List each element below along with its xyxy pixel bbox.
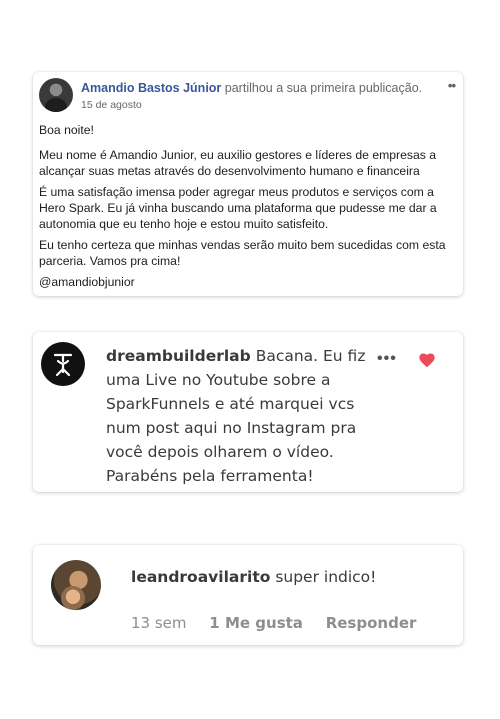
like-heart-icon[interactable] (418, 352, 436, 373)
post-header: Amandio Bastos Júnior partilhou a sua pr… (81, 81, 422, 95)
comment-time: 13 sem (131, 614, 187, 632)
comment-username[interactable]: leandroavilarito (131, 568, 270, 586)
post-body: Boa noite! Meu nome é Amandio Junior, eu… (39, 122, 455, 295)
facebook-post-card: Amandio Bastos Júnior partilhou a sua pr… (33, 72, 463, 296)
instagram-comment-card: dreambuilderlab Bacana. Eu fiz uma Live … (33, 332, 463, 492)
instagram-comment-card: leandroavilarito super indico! 13 sem 1 … (33, 545, 463, 645)
post-paragraph: Meu nome é Amandio Junior, eu auxilio ge… (39, 148, 436, 178)
comment-text-block: leandroavilarito super indico! (131, 568, 376, 586)
author-avatar[interactable] (39, 78, 73, 112)
post-date[interactable]: 15 de agosto (81, 99, 142, 111)
comment-text: Bacana. Eu fiz uma Live no Youtube sobre… (106, 347, 366, 485)
post-handle: @amandiobjunior (39, 275, 135, 289)
more-dots-icon[interactable]: •• (448, 78, 456, 93)
comment-username[interactable]: dreambuilderlab (106, 347, 251, 365)
reply-button[interactable]: Responder (326, 614, 417, 632)
post-action-text: partilhou a sua primeira publicação. (224, 81, 423, 95)
dreambuilderlab-avatar[interactable] (41, 342, 85, 386)
comment-meta: 13 sem 1 Me gusta Responder (131, 614, 434, 632)
more-options-icon[interactable]: ••• (377, 350, 397, 368)
post-paragraph: Boa noite! (39, 123, 94, 137)
post-paragraph: Eu tenho certeza que minhas vendas serão… (39, 238, 446, 268)
comment-text: super indico! (275, 568, 377, 586)
comment-text-block: dreambuilderlab Bacana. Eu fiz uma Live … (106, 344, 386, 488)
leandroavilarito-avatar[interactable] (51, 560, 101, 610)
brand-logo-icon (53, 353, 73, 377)
author-name-link[interactable]: Amandio Bastos Júnior (81, 81, 221, 95)
post-paragraph: É uma satisfação imensa poder agregar me… (39, 185, 437, 231)
comment-likes-link[interactable]: 1 Me gusta (209, 614, 303, 632)
